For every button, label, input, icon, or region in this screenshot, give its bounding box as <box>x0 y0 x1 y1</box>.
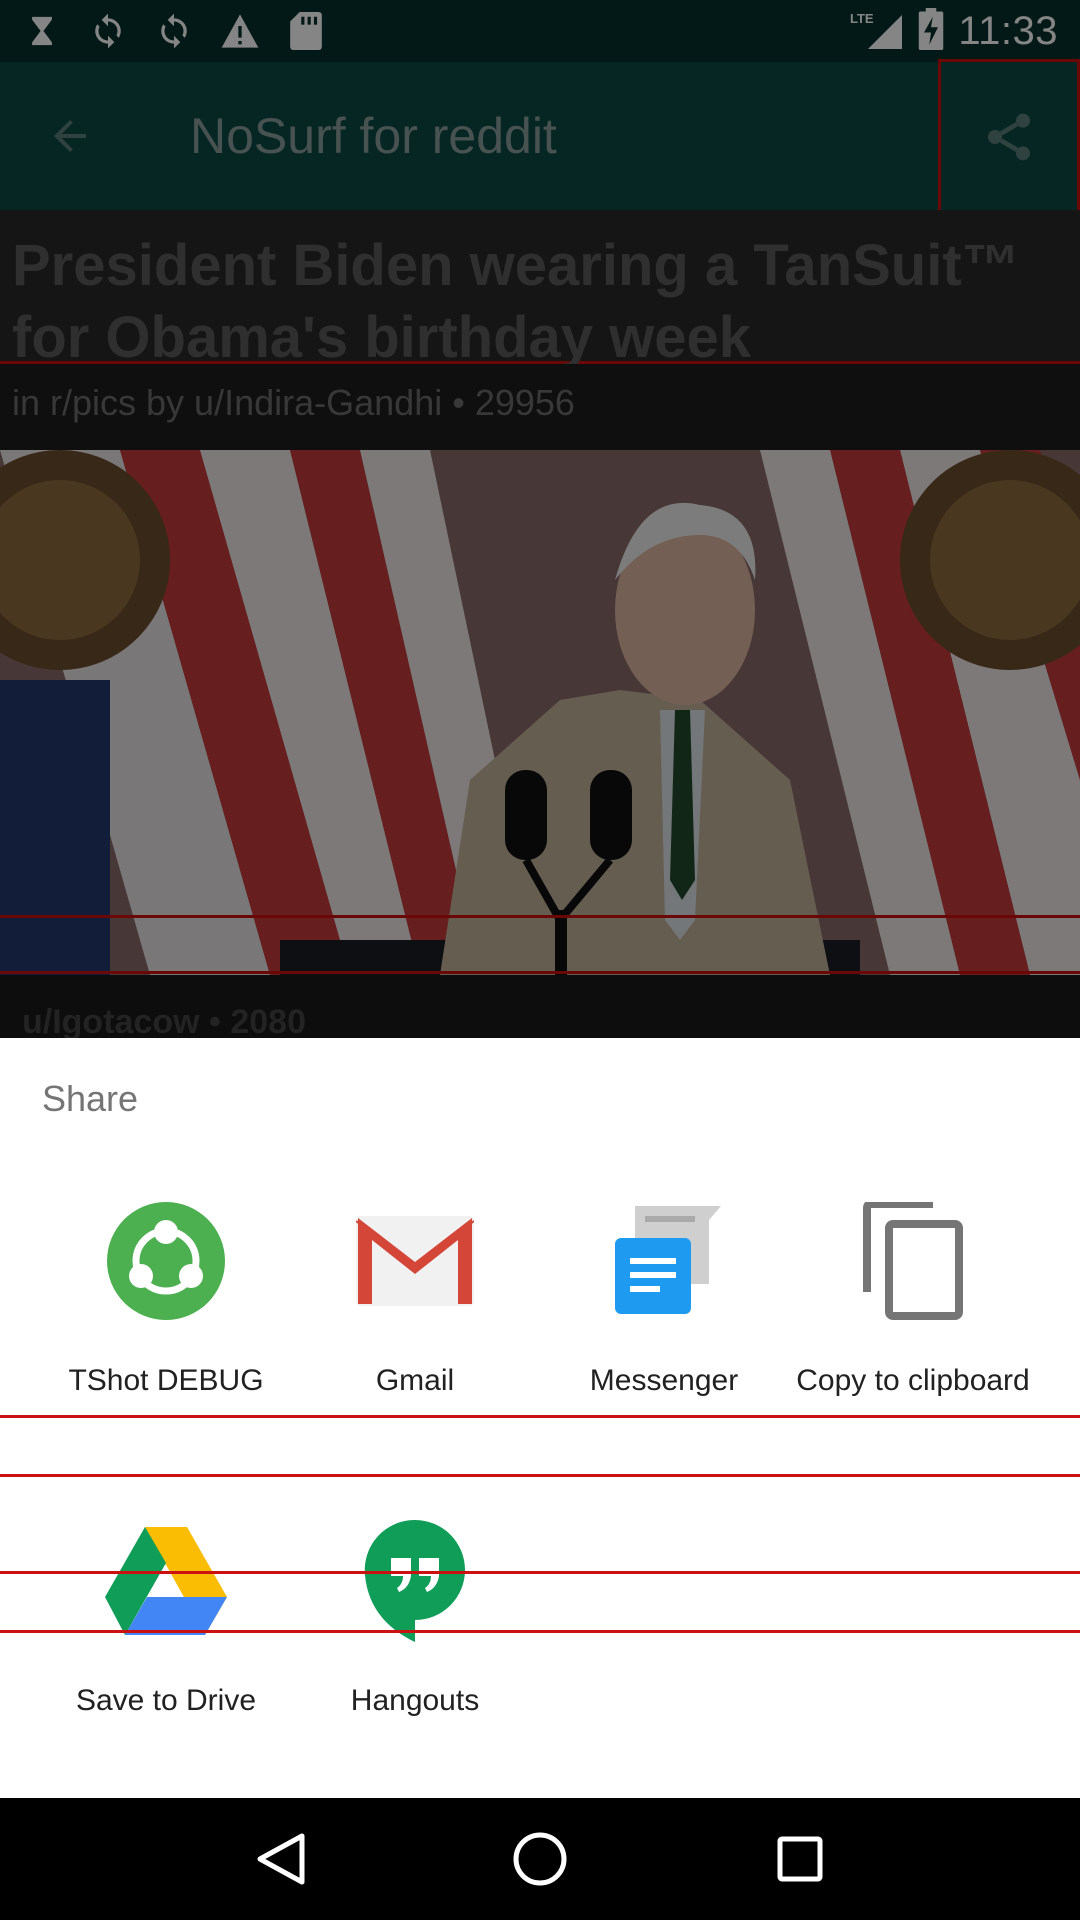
arrow-back-icon <box>54 120 86 152</box>
share-sheet: Share TShot DEBUG Gmail Messenger Copy t <box>0 1038 1080 1809</box>
network-type: LTE <box>850 11 874 26</box>
status-notifications <box>22 11 326 51</box>
nav-recents-button[interactable] <box>740 1798 860 1920</box>
post-image[interactable] <box>0 450 1080 975</box>
highlight-line <box>0 915 1080 918</box>
share-target-gmail[interactable]: Gmail <box>290 1200 540 1398</box>
tshot-icon <box>105 1200 227 1322</box>
highlight-line <box>0 971 1080 974</box>
clock: 11:33 <box>958 8 1058 53</box>
share-icon <box>988 113 1030 160</box>
share-button[interactable] <box>938 59 1080 214</box>
nav-bar <box>0 1798 1080 1920</box>
hourglass-icon <box>22 11 62 51</box>
post-title[interactable]: President Biden wearing a TanSuit™ for O… <box>0 210 1080 370</box>
share-target-copy[interactable]: Copy to clipboard <box>788 1200 1038 1398</box>
share-target-label: Gmail <box>375 1364 455 1397</box>
gmail-icon <box>354 1200 476 1322</box>
share-target-messenger[interactable]: Messenger <box>539 1200 789 1398</box>
copy-icon <box>852 1200 974 1322</box>
share-target-tshot[interactable]: TShot DEBUG <box>41 1200 291 1398</box>
highlight-line <box>0 1474 1080 1477</box>
share-target-drive[interactable]: Save to Drive <box>41 1520 291 1718</box>
post-photo <box>0 450 1080 975</box>
nav-home-button[interactable] <box>480 1798 600 1920</box>
sd-card-icon <box>286 11 326 51</box>
home-circle-icon <box>513 1832 567 1886</box>
hangouts-icon <box>354 1520 476 1642</box>
share-target-label: TShot DEBUG <box>68 1364 264 1397</box>
status-bar: LTE 11:33 <box>0 0 1080 62</box>
share-target-label: Hangouts <box>350 1684 480 1717</box>
highlight-line <box>0 1571 1080 1574</box>
recents-square-icon <box>777 1836 823 1882</box>
battery-charging-icon <box>918 7 944 55</box>
nav-back-button[interactable] <box>220 1798 340 1920</box>
share-target-label: Copy to clipboard <box>796 1364 1030 1397</box>
app-title: NoSurf for reddit <box>190 108 557 164</box>
comment-meta[interactable]: u/Igotacow • 2080 <box>0 975 1080 1040</box>
sync-icon <box>154 11 194 51</box>
app-bar: NoSurf for reddit <box>0 59 1080 214</box>
messenger-icon <box>603 1200 725 1322</box>
warning-icon <box>220 11 260 51</box>
status-system: LTE 11:33 <box>850 7 1058 55</box>
share-sheet-title: Share <box>42 1078 139 1119</box>
back-button[interactable] <box>0 62 140 210</box>
highlight-line <box>0 1415 1080 1418</box>
sync-icon <box>88 11 128 51</box>
highlight-line <box>0 1630 1080 1633</box>
share-target-hangouts[interactable]: Hangouts <box>290 1520 540 1718</box>
back-triangle-icon <box>257 1833 305 1885</box>
drive-icon <box>105 1520 227 1642</box>
share-target-label: Save to Drive <box>75 1684 257 1717</box>
post-meta: in r/pics by u/Indira-Gandhi • 29956 <box>0 364 1080 450</box>
screen: LTE 11:33 NoSurf for reddit President Bi… <box>0 0 1080 1920</box>
lte-signal-icon: LTE <box>850 9 904 54</box>
share-target-label: Messenger <box>589 1364 739 1397</box>
